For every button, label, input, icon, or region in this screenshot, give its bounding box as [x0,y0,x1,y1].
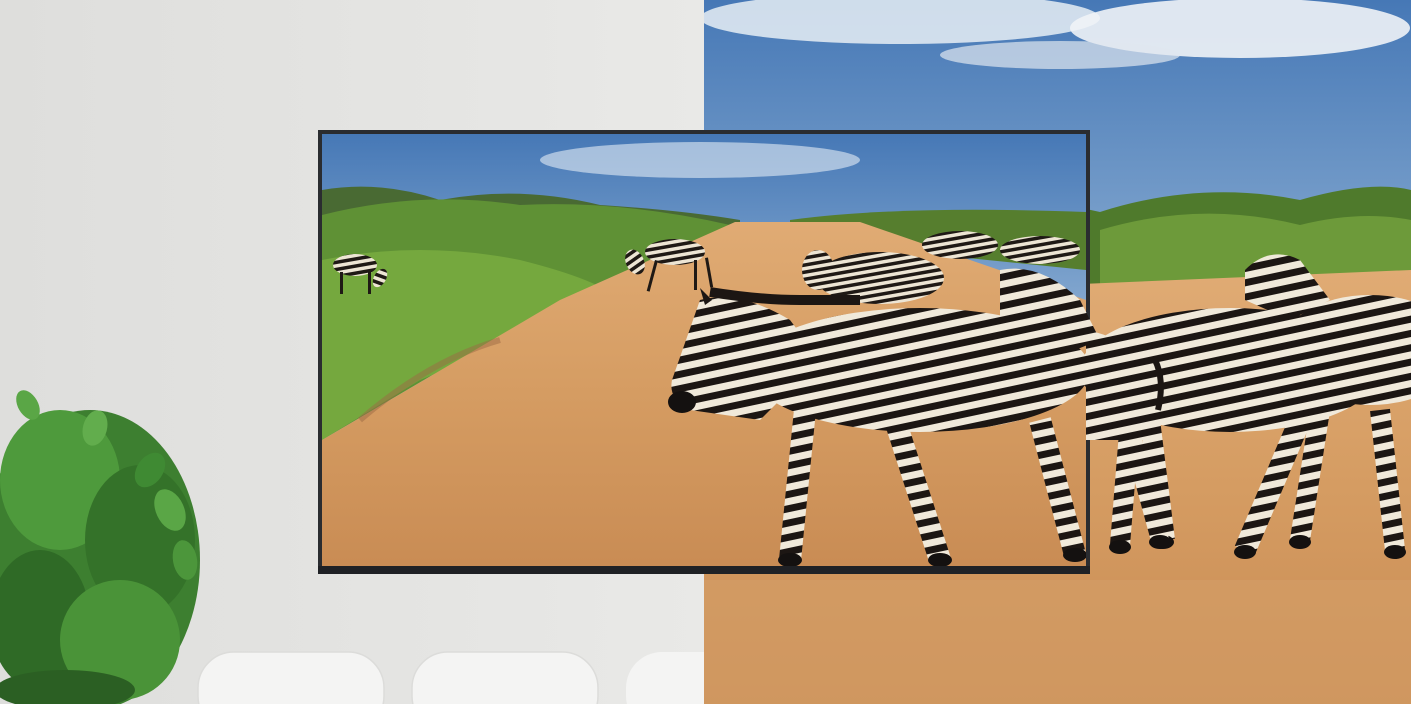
tv [318,130,1090,574]
tv-screen [322,134,1086,566]
scene [0,0,1411,704]
chairs [197,651,746,704]
